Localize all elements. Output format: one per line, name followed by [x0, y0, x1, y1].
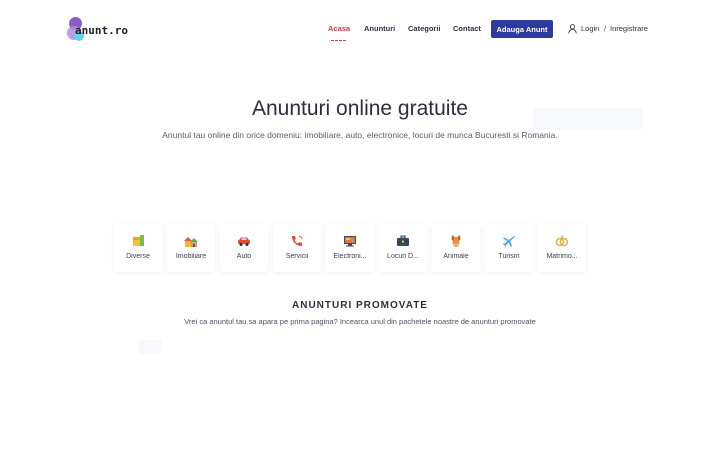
category-label: Turism: [498, 253, 520, 260]
hero-subtitle: Anuntul tau online din orice domeniu: im…: [162, 130, 558, 140]
logo-text: anunt.ro: [75, 24, 128, 37]
box-icon: [133, 235, 144, 246]
dog-icon: [451, 235, 461, 247]
computer-icon: [344, 236, 356, 247]
login-link[interactable]: Login: [581, 24, 599, 33]
category-list: Diverse Imobiliare Auto Servicii Electro…: [114, 224, 586, 272]
rings-icon: [555, 235, 569, 247]
register-link[interactable]: Inregistrare: [610, 24, 648, 33]
nav-contact[interactable]: Contact: [453, 24, 481, 33]
hero-title: Anunturi online gratuite: [252, 97, 468, 120]
category-label: Imobiliare: [175, 253, 207, 260]
airplane-icon: [503, 236, 515, 247]
category-locuri-de-munca[interactable]: Locuri D...: [379, 224, 427, 272]
category-imobiliare[interactable]: Imobiliare: [167, 224, 215, 272]
category-matrimoniale[interactable]: Matrimo...: [538, 224, 586, 272]
category-label: Animale: [443, 253, 469, 260]
active-nav-underline: [331, 40, 346, 42]
nav-ads[interactable]: Anunturi: [364, 24, 395, 33]
category-label: Electroni...: [333, 253, 367, 260]
logo[interactable]: anunt.ro: [67, 17, 137, 43]
nav-categories[interactable]: Categorii: [408, 24, 441, 33]
promoted-title: ANUNTURI PROMOVATE: [292, 300, 428, 311]
background-decoration: [138, 340, 162, 354]
login-separator: /: [604, 24, 607, 33]
category-animale[interactable]: Animale: [432, 224, 480, 272]
add-ad-button[interactable]: Adauga Anunt: [491, 20, 553, 38]
category-servicii[interactable]: Servicii: [273, 224, 321, 272]
category-label: Diverse: [126, 253, 150, 260]
briefcase-icon: [397, 235, 409, 246]
category-label: Auto: [236, 253, 252, 260]
car-icon: [238, 237, 250, 246]
category-diverse[interactable]: Diverse: [114, 224, 162, 272]
category-label: Locuri D...: [387, 253, 419, 260]
category-auto[interactable]: Auto: [220, 224, 268, 272]
nav-home[interactable]: Acasa: [328, 24, 350, 33]
category-electronice[interactable]: Electroni...: [326, 224, 374, 272]
houses-icon: [184, 237, 198, 247]
category-label: Matrimo...: [546, 253, 578, 260]
user-icon[interactable]: [568, 24, 577, 34]
phone-icon: [292, 235, 303, 246]
category-turism[interactable]: Turism: [485, 224, 533, 272]
category-label: Servicii: [285, 253, 309, 260]
promoted-subtitle: Vrei ca anuntul tau sa apara pe prima pa…: [184, 317, 536, 326]
header: anunt.ro Acasa Anunturi Categorii Contac…: [0, 0, 720, 58]
